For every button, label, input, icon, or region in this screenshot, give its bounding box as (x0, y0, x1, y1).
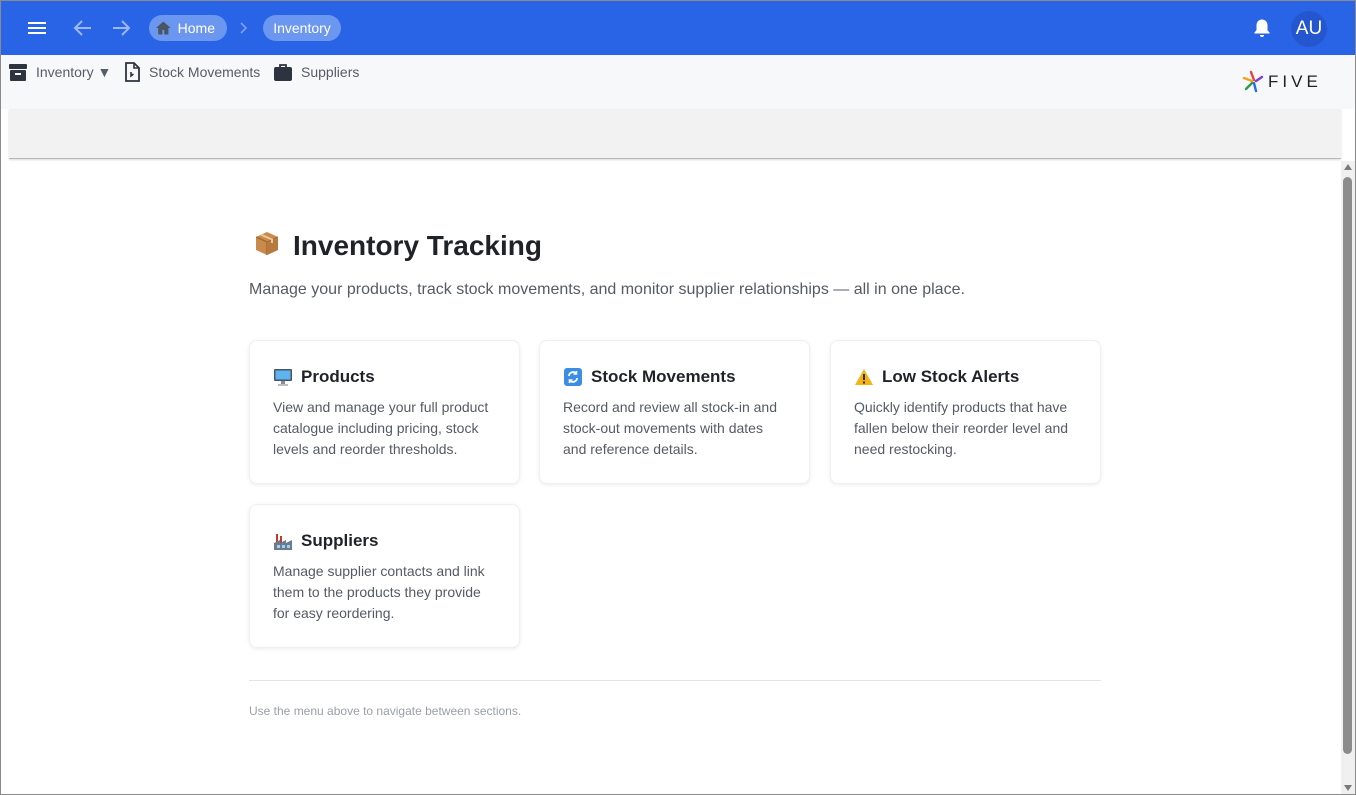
form-header-band (9, 109, 1341, 159)
app-window: Home Inventory AU Inventory ▼ Stock Move… (0, 0, 1356, 795)
breadcrumb-current[interactable]: Inventory (263, 15, 341, 41)
chevron-right-icon (239, 19, 249, 42)
page-subtitle: Manage your products, track stock moveme… (249, 281, 965, 298)
toolbar-item-label: Inventory ▼ (36, 64, 112, 80)
avatar[interactable]: AU (1291, 11, 1327, 47)
main-content: Inventory Tracking Manage your products,… (249, 161, 1101, 781)
package-icon (253, 229, 281, 264)
scrollbar-thumb[interactable] (1343, 177, 1352, 754)
scroll-up-arrow-icon[interactable] (1344, 164, 1352, 170)
scroll-down-arrow-icon[interactable] (1344, 785, 1352, 791)
toolbar-item-stock-movements[interactable]: Stock Movements (123, 61, 260, 83)
card-title: Suppliers (301, 531, 379, 550)
arrow-right-icon[interactable] (107, 15, 135, 41)
toolbar-item-label: Suppliers (301, 64, 360, 80)
five-logo: FIVE (1241, 69, 1331, 95)
footer-note: Use the menu above to navigate between s… (249, 704, 522, 718)
card-title: Stock Movements (591, 367, 736, 386)
card-title: Low Stock Alerts (882, 367, 1020, 386)
card-suppliers[interactable]: Suppliers Manage supplier contacts and l… (249, 504, 520, 648)
top-app-bar: Home Inventory AU (1, 1, 1355, 55)
vertical-scrollbar[interactable] (1341, 161, 1355, 794)
card-description: Record and review all stock-in and stock… (563, 399, 777, 457)
svg-text:FIVE: FIVE (1268, 72, 1322, 91)
bell-icon[interactable] (1249, 15, 1275, 41)
warning-icon (854, 367, 874, 387)
divider (249, 680, 1101, 681)
card-stock-movements[interactable]: Stock Movements Record and review all st… (539, 340, 810, 484)
page-title-text: Inventory Tracking (293, 230, 542, 261)
toolbar-item-label: Stock Movements (149, 64, 261, 80)
factory-icon (273, 531, 293, 551)
page-title: Inventory Tracking (249, 229, 542, 263)
archive-box-icon (9, 64, 27, 81)
toolbar-item-suppliers[interactable]: Suppliers (273, 61, 359, 83)
card-description: Quickly identify products that have fall… (854, 399, 1069, 457)
hamburger-icon[interactable] (23, 15, 51, 41)
toolbar-item-inventory[interactable]: Inventory ▼ (8, 61, 111, 83)
card-products[interactable]: Products View and manage your full produ… (249, 340, 520, 484)
refresh-icon (563, 367, 583, 387)
computer-icon (273, 367, 293, 387)
module-toolbar: Inventory ▼ Stock Movements Suppliers FI… (1, 55, 1355, 109)
home-icon (155, 21, 171, 35)
briefcase-icon (274, 64, 292, 81)
document-icon (125, 62, 140, 82)
card-low-stock-alerts[interactable]: Low Stock Alerts Quickly identify produc… (830, 340, 1101, 484)
breadcrumb-home-label: Home (177, 20, 215, 36)
card-title: Products (301, 367, 375, 386)
breadcrumb-home[interactable]: Home (149, 15, 227, 41)
card-description: View and manage your full product catalo… (273, 399, 489, 457)
card-description: Manage supplier contacts and link them t… (273, 563, 485, 621)
arrow-left-icon[interactable] (69, 15, 97, 41)
breadcrumb-current-label: Inventory (273, 20, 331, 36)
